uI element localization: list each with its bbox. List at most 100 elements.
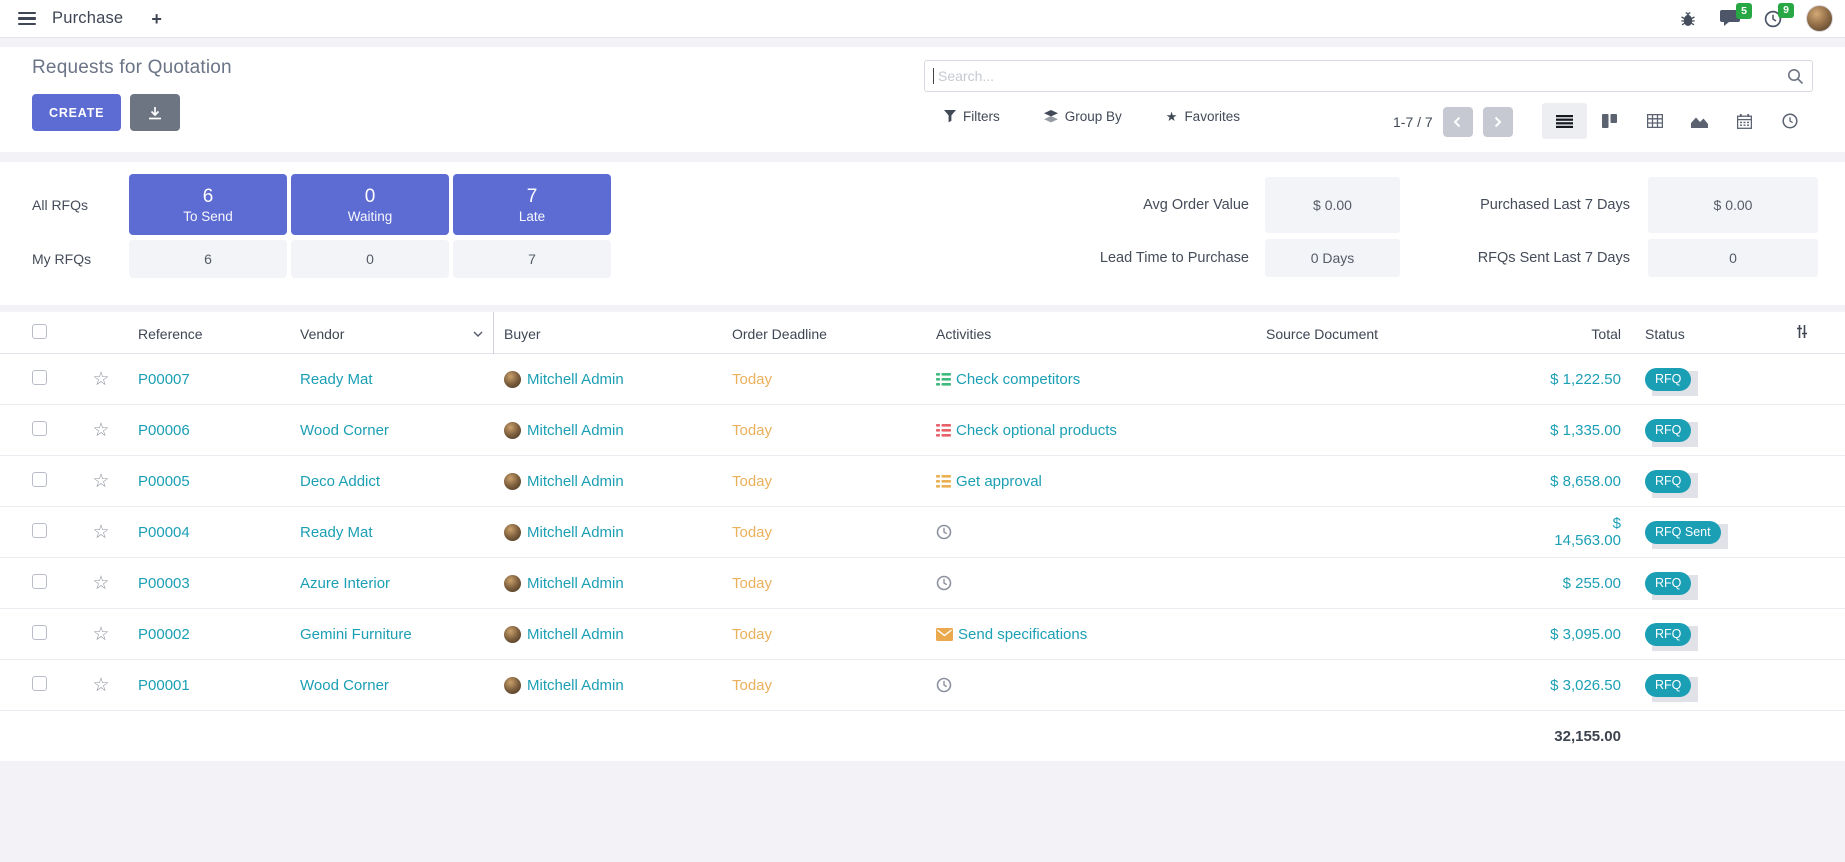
column-header-source-document[interactable]: Source Document: [1266, 325, 1550, 342]
avg-order-value-tile[interactable]: $ 0.00: [1265, 177, 1400, 233]
row-checkbox[interactable]: [32, 421, 47, 436]
vendor-link[interactable]: Deco Addict: [300, 473, 380, 490]
messages-icon[interactable]: 5: [1720, 10, 1740, 27]
filters-button[interactable]: Filters: [944, 109, 1000, 124]
vendor-link[interactable]: Ready Mat: [300, 524, 373, 541]
favorite-star-icon[interactable]: ☆: [78, 574, 124, 593]
favorite-star-icon[interactable]: ☆: [78, 625, 124, 644]
pager-next-button[interactable]: [1483, 107, 1513, 137]
row-checkbox[interactable]: [32, 676, 47, 691]
buyer-avatar: [504, 677, 521, 694]
reference-link[interactable]: P00001: [138, 677, 190, 694]
reference-link[interactable]: P00005: [138, 473, 190, 490]
sort-caret-icon[interactable]: [473, 331, 483, 337]
reference-link[interactable]: P00003: [138, 575, 190, 592]
layers-icon: [1044, 110, 1058, 123]
my-waiting-tile[interactable]: 0: [291, 240, 449, 278]
table-row[interactable]: ☆ P00004 Ready Mat Mitchell Admin Today …: [0, 507, 1845, 558]
user-avatar[interactable]: [1806, 5, 1833, 32]
buyer-link[interactable]: Mitchell Admin: [527, 575, 624, 592]
row-checkbox[interactable]: [32, 625, 47, 640]
purchased-7d-tile[interactable]: $ 0.00: [1648, 177, 1818, 233]
row-checkbox[interactable]: [32, 523, 47, 538]
activities-icon[interactable]: 9: [1764, 10, 1782, 28]
list-view-button[interactable]: [1542, 103, 1587, 139]
vendor-link[interactable]: Azure Interior: [300, 575, 390, 592]
vendor-link[interactable]: Wood Corner: [300, 422, 389, 439]
buyer-link[interactable]: Mitchell Admin: [527, 422, 624, 439]
table-row[interactable]: ☆ P00003 Azure Interior Mitchell Admin T…: [0, 558, 1845, 609]
favorite-star-icon[interactable]: ☆: [78, 370, 124, 389]
reference-link[interactable]: P00006: [138, 422, 190, 439]
search-icon[interactable]: [1787, 68, 1804, 89]
reference-link[interactable]: P00007: [138, 371, 190, 388]
favorite-star-icon[interactable]: ☆: [78, 472, 124, 491]
column-header-reference[interactable]: Reference: [124, 325, 294, 342]
column-header-vendor[interactable]: Vendor: [294, 312, 494, 354]
pager-previous-button[interactable]: [1443, 107, 1473, 137]
activity-link[interactable]: Get approval: [956, 473, 1042, 490]
column-header-buyer[interactable]: Buyer: [494, 325, 730, 342]
vendor-link[interactable]: Ready Mat: [300, 371, 373, 388]
activity-link[interactable]: Check optional products: [956, 422, 1117, 439]
column-header-total[interactable]: Total: [1550, 325, 1621, 342]
favorite-star-icon[interactable]: ☆: [78, 421, 124, 440]
new-tab-button[interactable]: +: [151, 10, 162, 28]
row-checkbox[interactable]: [32, 574, 47, 589]
calendar-view-button[interactable]: [1722, 103, 1767, 139]
tile-late[interactable]: 7 Late: [453, 174, 611, 235]
column-header-order-deadline[interactable]: Order Deadline: [730, 325, 936, 342]
favorite-star-icon[interactable]: ☆: [78, 676, 124, 695]
activity-view-button[interactable]: [1767, 103, 1812, 139]
column-header-status[interactable]: Status: [1621, 325, 1781, 342]
deadline-text: Today: [732, 473, 772, 490]
optional-columns-icon[interactable]: [1795, 324, 1809, 339]
export-button[interactable]: [130, 94, 180, 131]
buyer-link[interactable]: Mitchell Admin: [527, 524, 624, 541]
row-checkbox[interactable]: [32, 370, 47, 385]
graph-view-button[interactable]: [1677, 103, 1722, 139]
activity-clock-icon[interactable]: [936, 575, 952, 591]
column-header-activities[interactable]: Activities: [936, 325, 1266, 342]
favorites-button[interactable]: ★ Favorites: [1166, 109, 1240, 124]
group-by-button[interactable]: Group By: [1044, 109, 1122, 124]
search-input[interactable]: [924, 60, 1813, 92]
reference-link[interactable]: P00004: [138, 524, 190, 541]
table-row[interactable]: ☆ P00001 Wood Corner Mitchell Admin Toda…: [0, 660, 1845, 711]
activity-link[interactable]: Check competitors: [956, 371, 1080, 388]
buyer-link[interactable]: Mitchell Admin: [527, 626, 624, 643]
apps-menu-icon[interactable]: [16, 8, 38, 29]
vendor-link[interactable]: Gemini Furniture: [300, 626, 412, 643]
debug-bug-icon[interactable]: [1680, 11, 1696, 27]
app-title[interactable]: Purchase: [52, 9, 123, 28]
buyer-link[interactable]: Mitchell Admin: [527, 371, 624, 388]
vendor-header-label: Vendor: [300, 326, 344, 342]
activity-clock-icon[interactable]: [936, 677, 952, 693]
my-to-send-tile[interactable]: 6: [129, 240, 287, 278]
activity-link[interactable]: Send specifications: [958, 626, 1087, 643]
status-label: RFQ Sent: [1645, 521, 1721, 544]
buyer-link[interactable]: Mitchell Admin: [527, 473, 624, 490]
vendor-link[interactable]: Wood Corner: [300, 677, 389, 694]
buyer-link[interactable]: Mitchell Admin: [527, 677, 624, 694]
reference-link[interactable]: P00002: [138, 626, 190, 643]
status-badge: RFQ Sent: [1645, 521, 1721, 544]
favorite-star-icon[interactable]: ☆: [78, 523, 124, 542]
create-button[interactable]: CREATE: [32, 94, 121, 131]
table-row[interactable]: ☆ P00005 Deco Addict Mitchell Admin Toda…: [0, 456, 1845, 507]
select-all-checkbox[interactable]: [32, 324, 47, 339]
row-checkbox[interactable]: [32, 472, 47, 487]
pivot-view-button[interactable]: [1632, 103, 1677, 139]
tile-waiting[interactable]: 0 Waiting: [291, 174, 449, 235]
table-row[interactable]: ☆ P00007 Ready Mat Mitchell Admin Today …: [0, 354, 1845, 405]
my-late-tile[interactable]: 7: [453, 240, 611, 278]
activity-clock-icon[interactable]: [936, 524, 952, 540]
deadline-text: Today: [732, 626, 772, 643]
all-rfqs-row: All RFQs 6 To Send 0 Waiting 7 Late: [32, 174, 615, 235]
kanban-view-button[interactable]: [1587, 103, 1632, 139]
rfqs-sent-7d-tile[interactable]: 0: [1648, 239, 1818, 277]
tile-to-send[interactable]: 6 To Send: [129, 174, 287, 235]
table-row[interactable]: ☆ P00002 Gemini Furniture Mitchell Admin…: [0, 609, 1845, 660]
table-row[interactable]: ☆ P00006 Wood Corner Mitchell Admin Toda…: [0, 405, 1845, 456]
lead-time-tile[interactable]: 0 Days: [1265, 239, 1400, 277]
